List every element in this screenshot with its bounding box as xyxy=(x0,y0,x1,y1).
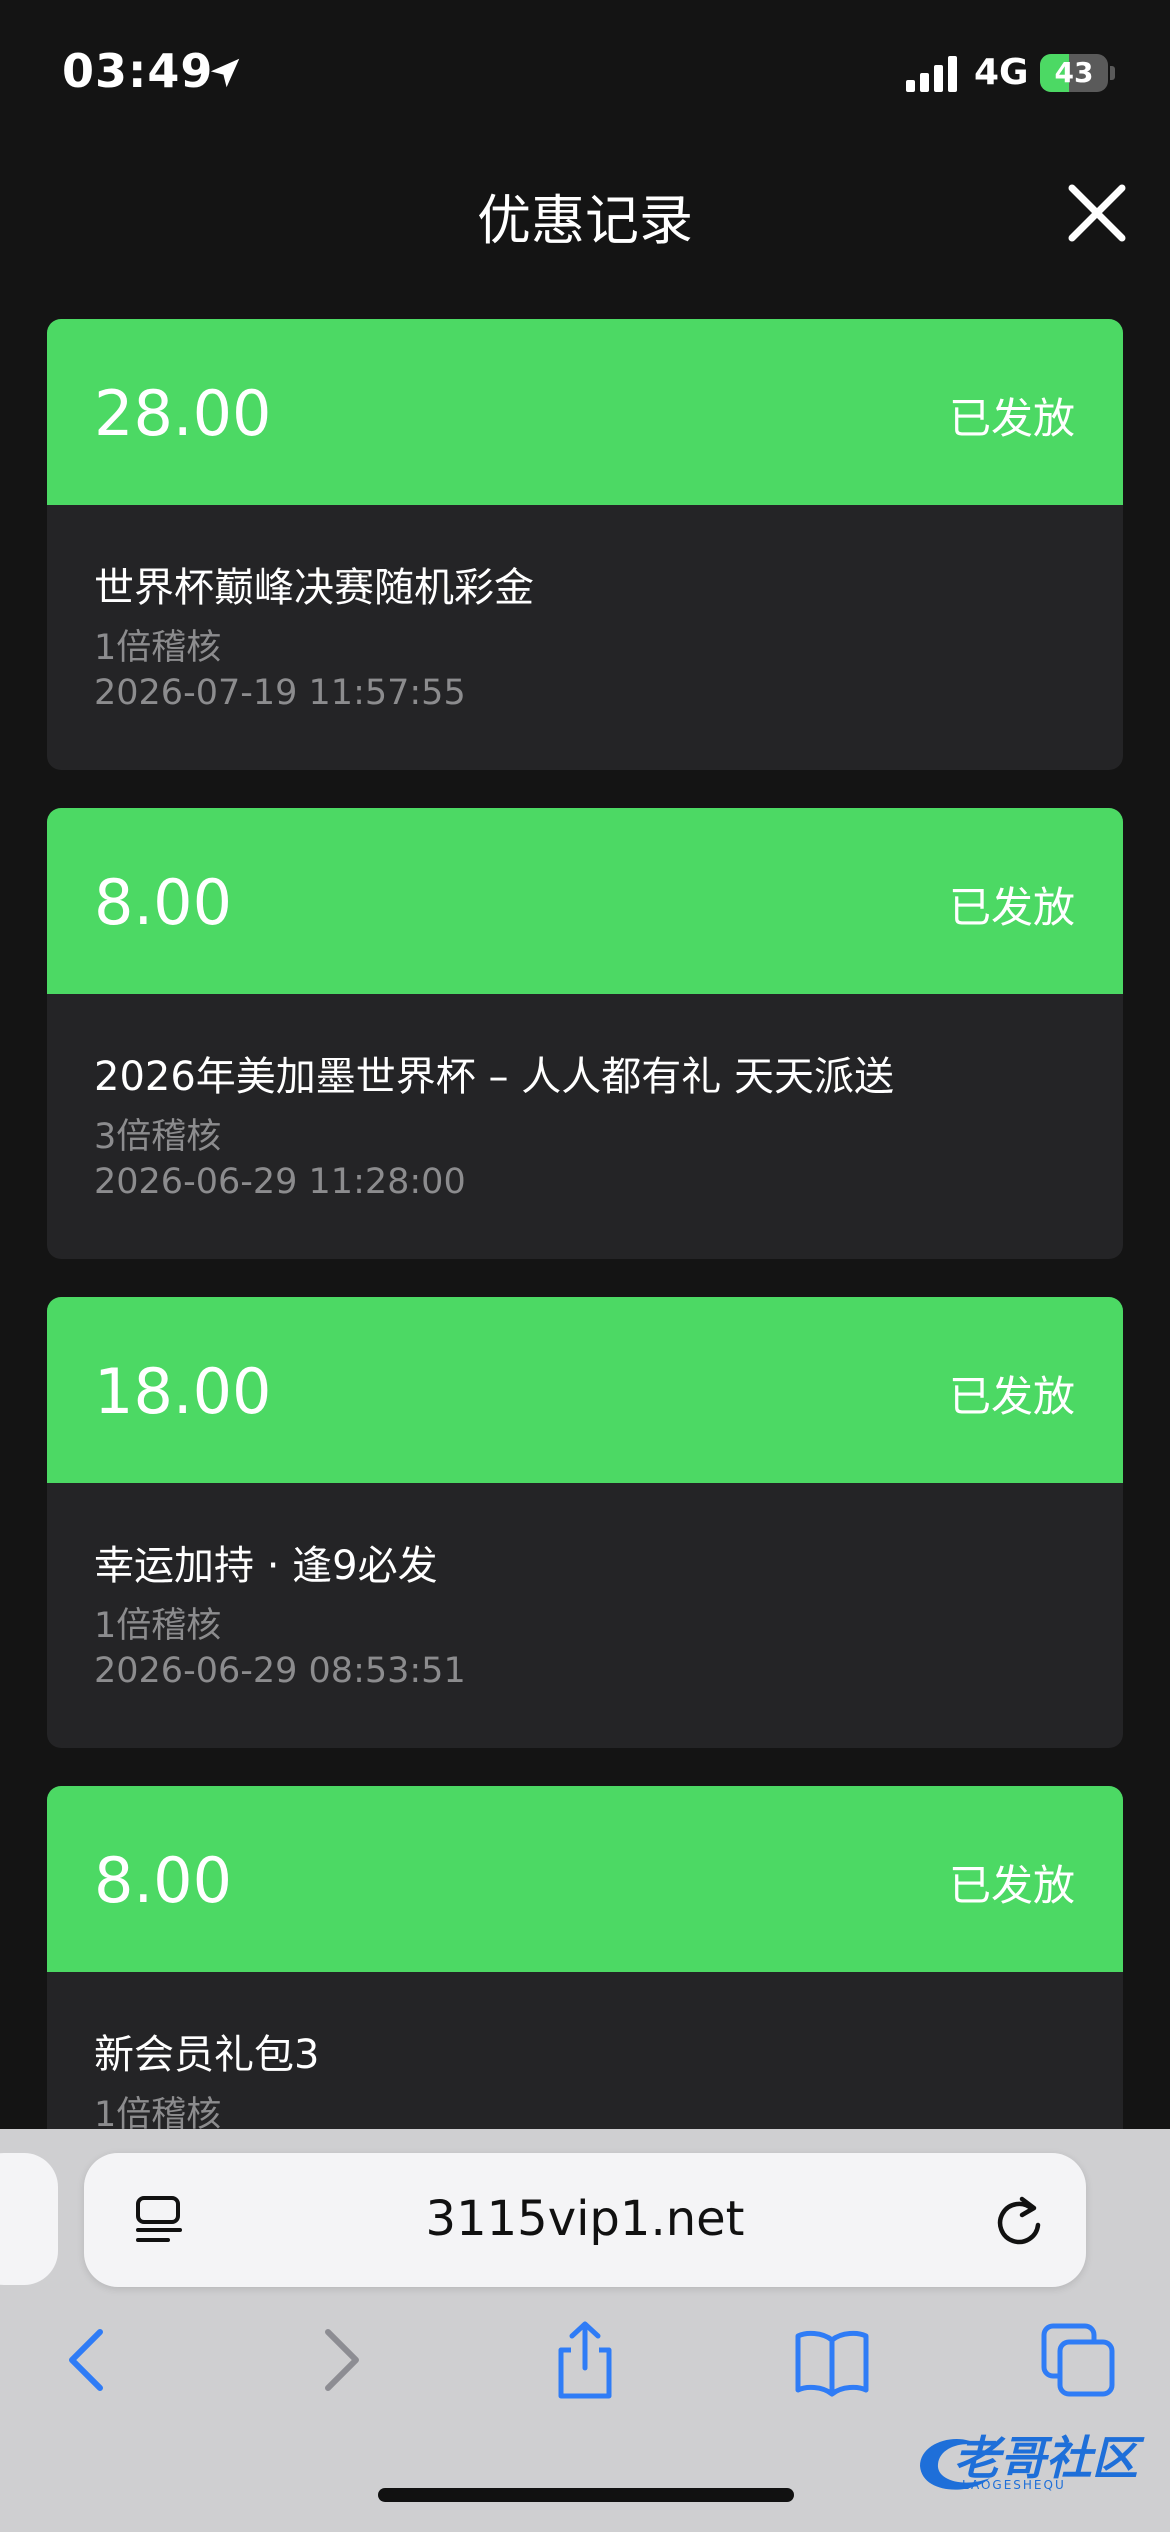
record-card-header: 28.00 已发放 xyxy=(47,319,1123,505)
back-icon[interactable] xyxy=(48,2320,128,2400)
record-title: 2026年美加墨世界杯 – 人人都有礼 天天派送 xyxy=(94,1054,894,1100)
record-amount: 28.00 xyxy=(94,377,272,450)
record-title: 幸运加持 · 逢9必发 xyxy=(94,1543,438,1589)
cellular-signal-icon xyxy=(906,56,957,92)
record-status: 已发放 xyxy=(948,1372,1075,1421)
forward-icon[interactable] xyxy=(300,2320,380,2400)
record-card[interactable]: 8.00 已发放 2026年美加墨世界杯 – 人人都有礼 天天派送 3倍稽核 2… xyxy=(47,808,1123,1259)
network-type: 4G xyxy=(974,52,1029,93)
previous-tab-peek[interactable] xyxy=(0,2153,58,2285)
record-status: 已发放 xyxy=(948,1861,1075,1910)
close-button[interactable] xyxy=(1062,178,1132,248)
record-card-header: 8.00 已发放 xyxy=(47,808,1123,994)
battery-icon: 43 xyxy=(1040,54,1115,92)
home-indicator xyxy=(378,2488,794,2502)
record-multiplier: 3倍稽核 xyxy=(94,1117,222,1157)
reload-icon[interactable] xyxy=(992,2193,1046,2249)
record-multiplier: 1倍稽核 xyxy=(94,1606,222,1646)
url-text: 3115vip1.net xyxy=(425,2191,745,2247)
record-date: 2026-06-29 11:28:00 xyxy=(94,1162,466,1202)
tabs-icon[interactable] xyxy=(1038,2320,1118,2400)
record-card-header: 8.00 已发放 xyxy=(47,1786,1123,1972)
record-status: 已发放 xyxy=(948,883,1075,932)
record-amount: 8.00 xyxy=(94,1844,233,1917)
status-time: 03:49 xyxy=(62,44,214,98)
record-card[interactable]: 28.00 已发放 世界杯巅峰决赛随机彩金 1倍稽核 2026-07-19 11… xyxy=(47,319,1123,770)
record-status: 已发放 xyxy=(948,394,1075,443)
record-card[interactable]: 18.00 已发放 幸运加持 · 逢9必发 1倍稽核 2026-06-29 08… xyxy=(47,1297,1123,1748)
record-amount: 18.00 xyxy=(94,1355,272,1428)
record-multiplier: 1倍稽核 xyxy=(94,628,222,668)
record-card-header: 18.00 已发放 xyxy=(47,1297,1123,1483)
location-arrow-icon xyxy=(210,58,240,88)
record-amount: 8.00 xyxy=(94,866,233,939)
battery-percent: 43 xyxy=(1054,56,1094,89)
watermark-subtext: LAOGESHEQU xyxy=(962,2478,1066,2492)
status-bar: 03:49 4G 43 xyxy=(0,0,1170,140)
page-title: 优惠记录 xyxy=(477,189,693,252)
record-title: 新会员礼包3 xyxy=(94,2032,320,2078)
bookmarks-icon[interactable] xyxy=(792,2320,872,2400)
record-date: 2026-06-29 08:53:51 xyxy=(94,1651,466,1691)
watermark-logo: 老哥社区 LAOGESHEQU xyxy=(910,2420,1160,2502)
share-icon[interactable] xyxy=(545,2320,625,2400)
record-date: 2026-07-19 11:57:55 xyxy=(94,673,466,713)
address-bar[interactable]: 3115vip1.net xyxy=(84,2153,1086,2287)
record-title: 世界杯巅峰决赛随机彩金 xyxy=(94,565,534,611)
